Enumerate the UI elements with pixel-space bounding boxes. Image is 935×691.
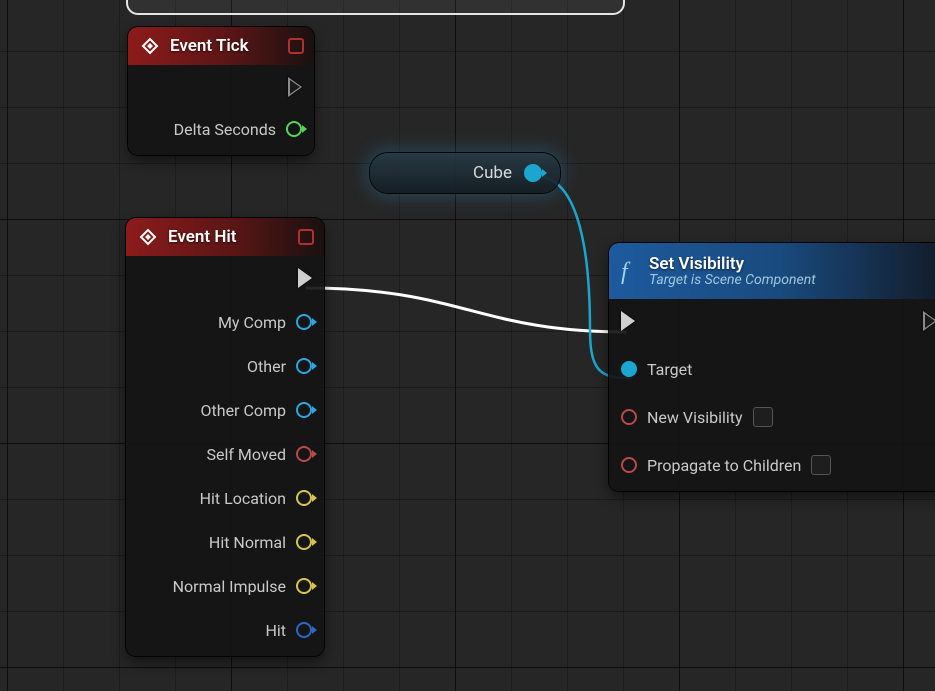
pin-label: My Comp xyxy=(218,313,286,332)
node-header[interactable]: f Set Visibility Target is Scene Compone… xyxy=(609,243,935,299)
pin-label: Target xyxy=(647,360,692,379)
object-output-pin[interactable] xyxy=(524,164,542,182)
svg-text:f: f xyxy=(621,259,631,285)
node-set-visibility[interactable]: f Set Visibility Target is Scene Compone… xyxy=(609,243,935,491)
exec-output-pin[interactable] xyxy=(298,264,312,292)
node-header[interactable]: Event Hit xyxy=(126,218,324,256)
pin-label: New Visibility xyxy=(647,408,743,427)
function-icon: f xyxy=(621,257,639,285)
input-pin-target[interactable]: Target xyxy=(621,355,692,383)
vector-pin-icon xyxy=(296,534,312,550)
exec-input-pin[interactable] xyxy=(621,307,635,335)
exec-arrow-icon xyxy=(621,311,635,331)
output-pin-delta-seconds[interactable]: Delta Seconds xyxy=(174,115,302,143)
event-icon xyxy=(140,36,160,56)
bool-default-checkbox[interactable] xyxy=(753,407,773,427)
pin-label: Other xyxy=(247,357,286,376)
delegate-pin[interactable] xyxy=(288,38,304,54)
input-pin-new-visibility[interactable]: New Visibility xyxy=(621,403,773,431)
vector-pin-icon xyxy=(296,578,312,594)
output-pin-normal-impulse[interactable]: Normal Impulse xyxy=(173,572,312,600)
output-pin-hit-location[interactable]: Hit Location xyxy=(200,484,312,512)
object-pin-icon xyxy=(296,402,312,418)
exec-arrow-icon xyxy=(288,77,302,97)
node-event-hit[interactable]: Event Hit My Comp Other Other Comp Self … xyxy=(126,218,324,656)
pin-label: Delta Seconds xyxy=(174,120,276,139)
output-pin-self-moved[interactable]: Self Moved xyxy=(206,440,312,468)
object-pin-icon xyxy=(296,314,312,330)
exec-output-pin[interactable] xyxy=(923,307,935,335)
bool-default-checkbox[interactable] xyxy=(811,455,831,475)
output-pin-hit-normal[interactable]: Hit Normal xyxy=(209,528,312,556)
output-pin-other[interactable]: Other xyxy=(247,352,312,380)
bool-pin-icon xyxy=(621,457,637,473)
object-pin-icon xyxy=(296,358,312,374)
node-event-tick[interactable]: Event Tick Delta Seconds xyxy=(128,27,314,155)
pin-label: Hit Location xyxy=(200,489,286,508)
node-subtitle: Target is Scene Component xyxy=(649,272,816,288)
output-pin-other-comp[interactable]: Other Comp xyxy=(201,396,312,424)
node-title: Event Hit xyxy=(168,227,237,247)
node-title: Set Visibility xyxy=(649,254,816,274)
node-header[interactable]: Event Tick xyxy=(128,27,314,65)
pin-label: Normal Impulse xyxy=(173,577,286,596)
output-pin-hit[interactable]: Hit xyxy=(265,616,312,644)
exec-arrow-icon xyxy=(923,311,935,331)
pin-label: Hit Normal xyxy=(209,533,286,552)
exec-arrow-icon xyxy=(298,268,312,288)
vector-pin-icon xyxy=(296,490,312,506)
pin-label: Hit xyxy=(265,621,286,640)
bool-pin-icon xyxy=(621,409,637,425)
comment-box-edge[interactable] xyxy=(126,0,625,15)
input-pin-propagate[interactable]: Propagate to Children xyxy=(621,451,831,479)
pin-label: Other Comp xyxy=(201,401,286,420)
exec-output-pin[interactable] xyxy=(288,73,302,101)
output-pin-my-comp[interactable]: My Comp xyxy=(218,308,312,336)
struct-pin-icon xyxy=(296,622,312,638)
node-variable-cube[interactable]: Cube xyxy=(370,153,560,193)
delegate-pin[interactable] xyxy=(298,229,314,245)
object-pin-icon xyxy=(621,361,637,377)
node-title: Event Tick xyxy=(170,36,249,56)
variable-label: Cube xyxy=(473,163,512,183)
pin-label: Self Moved xyxy=(206,445,286,464)
event-icon xyxy=(138,227,158,247)
bool-pin-icon xyxy=(296,446,312,462)
float-pin-icon xyxy=(286,121,302,137)
pin-label: Propagate to Children xyxy=(647,456,801,475)
